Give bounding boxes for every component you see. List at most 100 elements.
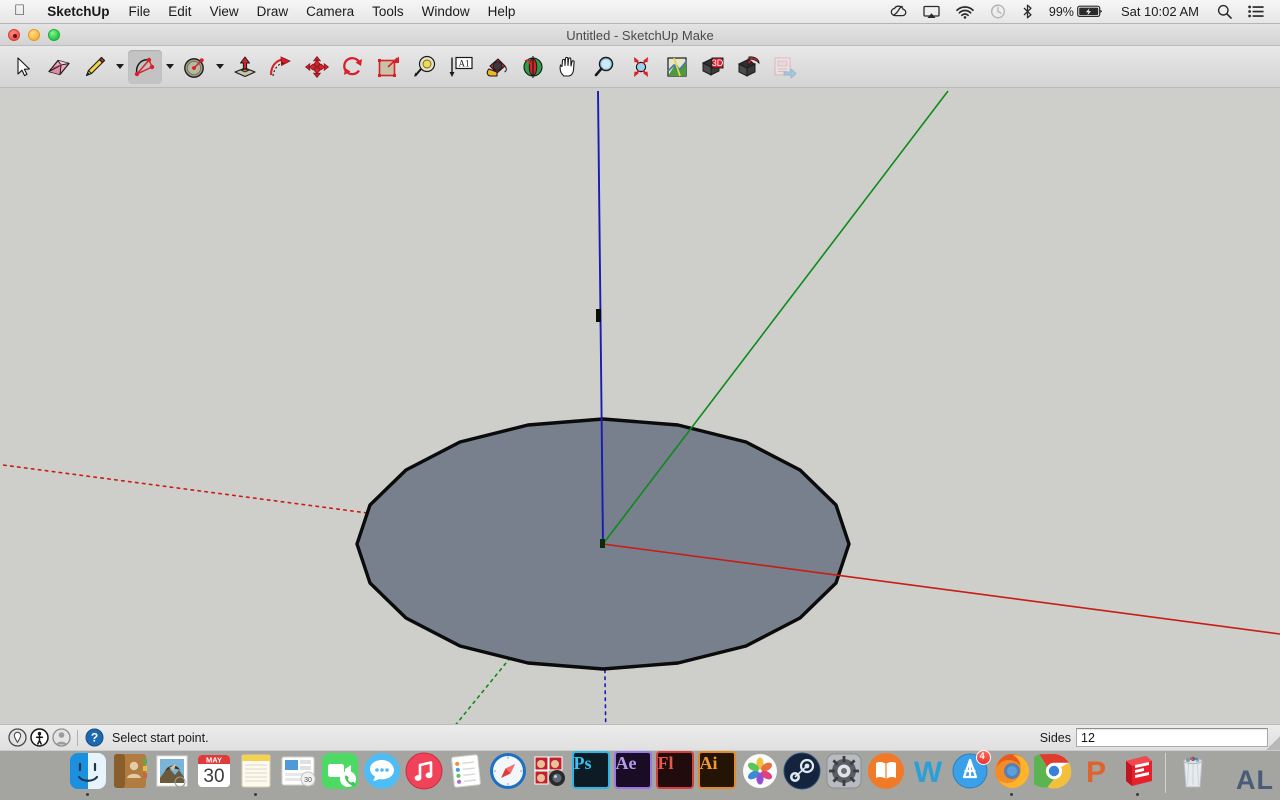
dock-item-sketchup[interactable] bbox=[1117, 749, 1159, 799]
running-indicator bbox=[968, 793, 971, 796]
dock-item-photoshop[interactable]: Ps bbox=[571, 749, 613, 799]
rotate-tool[interactable] bbox=[336, 50, 370, 84]
dock-item-system-preferences[interactable] bbox=[823, 749, 865, 799]
word-icon: W bbox=[908, 751, 948, 791]
model-viewport[interactable] bbox=[0, 89, 1280, 744]
shapes-tool-dropdown[interactable] bbox=[214, 50, 226, 84]
dock-item-finder[interactable] bbox=[67, 749, 109, 799]
photo-booth-icon bbox=[530, 751, 570, 791]
svg-text:P: P bbox=[1085, 756, 1105, 789]
zoom-extents-tool[interactable] bbox=[624, 50, 658, 84]
running-indicator bbox=[884, 793, 887, 796]
dock-item-itunes[interactable] bbox=[403, 749, 445, 799]
shapes-tool[interactable] bbox=[178, 50, 212, 84]
help-question-icon[interactable]: ? bbox=[83, 727, 105, 749]
model-canvas bbox=[0, 89, 1280, 744]
dock-item-firefox[interactable] bbox=[991, 749, 1033, 799]
dock-item-illustrator[interactable]: Ai bbox=[697, 749, 739, 799]
main-toolbar: A1 bbox=[0, 46, 1280, 88]
search-icon[interactable] bbox=[1209, 0, 1240, 23]
dock-item-messages[interactable] bbox=[361, 749, 403, 799]
notification-center-icon[interactable] bbox=[1240, 0, 1272, 23]
dock-item-notes[interactable] bbox=[235, 749, 277, 799]
apple-menu-icon[interactable]:  bbox=[0, 3, 37, 18]
dock-item-news[interactable]: 30 bbox=[277, 749, 319, 799]
dock-item-reminders[interactable] bbox=[445, 749, 487, 799]
running-indicator bbox=[632, 793, 635, 796]
push-pull-tool[interactable] bbox=[228, 50, 262, 84]
window-resize-grip[interactable] bbox=[1266, 736, 1280, 750]
finder-icon bbox=[68, 751, 108, 791]
dock-item-trash[interactable] bbox=[1172, 749, 1214, 799]
firefox-icon bbox=[992, 751, 1032, 791]
dock-item-flash[interactable]: Fl bbox=[655, 749, 697, 799]
tape-measure-tool[interactable] bbox=[408, 50, 442, 84]
dock-item-powerpoint[interactable]: P bbox=[1075, 749, 1117, 799]
running-indicator bbox=[1010, 793, 1013, 796]
menu-edit[interactable]: Edit bbox=[159, 0, 200, 23]
running-indicator bbox=[422, 793, 425, 796]
dock-item-photo-booth[interactable] bbox=[529, 749, 571, 799]
menu-window[interactable]: Window bbox=[413, 0, 479, 23]
add-location-tool[interactable] bbox=[660, 50, 694, 84]
calendar-day: 30 bbox=[203, 766, 224, 787]
battery-charging-icon[interactable] bbox=[1077, 0, 1111, 23]
menu-draw[interactable]: Draw bbox=[248, 0, 298, 23]
pan-tool[interactable] bbox=[552, 50, 586, 84]
photos-icon bbox=[740, 751, 780, 791]
arc-tool[interactable] bbox=[128, 50, 162, 84]
dock-item-contacts[interactable] bbox=[109, 749, 151, 799]
chevron-down-icon bbox=[166, 64, 174, 69]
menu-view[interactable]: View bbox=[201, 0, 248, 23]
menu-tools[interactable]: Tools bbox=[363, 0, 413, 23]
chevron-down-icon bbox=[116, 64, 124, 69]
creative-cloud-icon[interactable] bbox=[882, 0, 915, 23]
line-tool-dropdown[interactable] bbox=[114, 50, 126, 84]
select-tool[interactable] bbox=[6, 50, 40, 84]
flash-label: Fl bbox=[656, 751, 694, 789]
eraser-tool[interactable] bbox=[42, 50, 76, 84]
dock-item-facetime[interactable] bbox=[319, 749, 361, 799]
text-tool[interactable]: A1 bbox=[444, 50, 478, 84]
measurement-input[interactable]: 12 bbox=[1076, 728, 1268, 747]
dock-item-after-effects[interactable]: Ae bbox=[613, 749, 655, 799]
zoom-tool[interactable] bbox=[588, 50, 622, 84]
export-tool[interactable] bbox=[768, 50, 802, 84]
bluetooth-icon[interactable] bbox=[1014, 0, 1041, 23]
menu-sketchup[interactable]: SketchUp bbox=[37, 0, 119, 23]
time-machine-icon[interactable] bbox=[982, 0, 1014, 23]
dock-item-ibooks[interactable] bbox=[865, 749, 907, 799]
scale-tool[interactable] bbox=[372, 50, 406, 84]
menu-camera[interactable]: Camera bbox=[297, 0, 363, 23]
facetime-icon bbox=[320, 751, 360, 791]
share-model-tool[interactable] bbox=[732, 50, 766, 84]
dock-item-app-store[interactable]: 4 bbox=[949, 749, 991, 799]
dock-item-safari[interactable] bbox=[487, 749, 529, 799]
line-tool[interactable] bbox=[78, 50, 112, 84]
dock-item-photos[interactable] bbox=[739, 749, 781, 799]
wifi-icon[interactable] bbox=[948, 0, 982, 23]
menu-bar-clock[interactable]: Sat 10:02 AM bbox=[1111, 0, 1209, 23]
dock-item-steam[interactable] bbox=[781, 749, 823, 799]
mail-icon bbox=[152, 751, 192, 791]
orbit-tool[interactable] bbox=[516, 50, 550, 84]
paint-bucket-tool[interactable] bbox=[480, 50, 514, 84]
move-tool[interactable] bbox=[300, 50, 334, 84]
running-indicator bbox=[1094, 793, 1097, 796]
follow-me-tool[interactable] bbox=[264, 50, 298, 84]
menu-help[interactable]: Help bbox=[479, 0, 525, 23]
dock-item-mail[interactable] bbox=[151, 749, 193, 799]
origin-marker bbox=[600, 539, 605, 548]
dock-item-calendar[interactable]: MAY 30 bbox=[193, 749, 235, 799]
location-pin-icon[interactable] bbox=[6, 727, 28, 749]
avatar-icon[interactable] bbox=[50, 727, 72, 749]
arc-tool-dropdown[interactable] bbox=[164, 50, 176, 84]
menu-file[interactable]: File bbox=[120, 0, 160, 23]
trash-icon bbox=[1173, 751, 1213, 791]
airplay-icon[interactable] bbox=[915, 0, 948, 23]
dock-item-chrome[interactable] bbox=[1033, 749, 1075, 799]
person-icon[interactable] bbox=[28, 727, 50, 749]
get-models-tool[interactable]: 3D bbox=[696, 50, 730, 84]
dock-item-word[interactable]: W bbox=[907, 749, 949, 799]
flash-icon: Fl bbox=[656, 751, 696, 791]
